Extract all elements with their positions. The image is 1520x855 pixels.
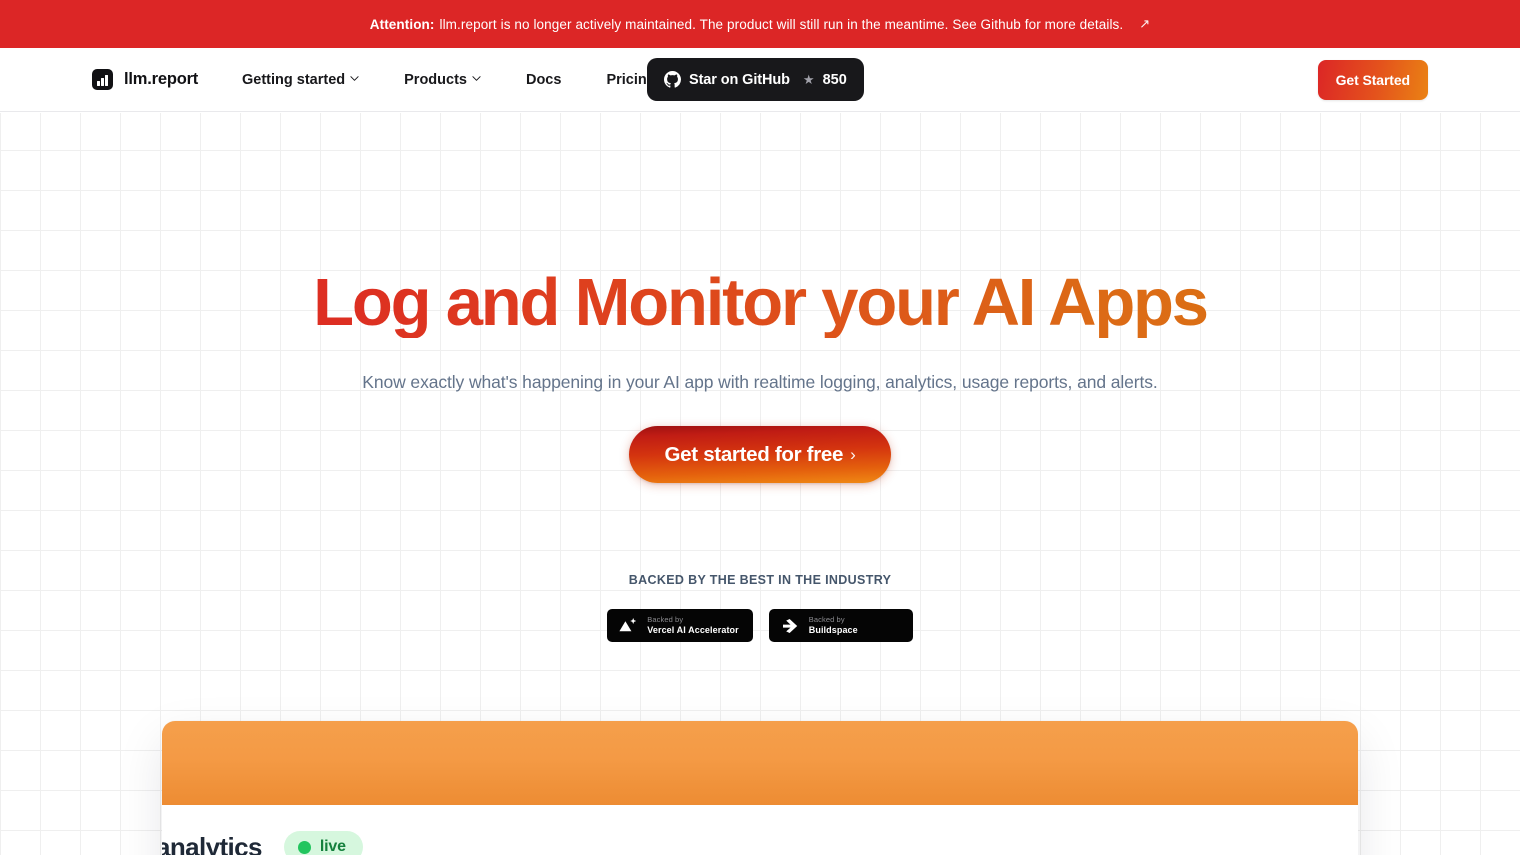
badge-vercel-text: Backed by Vercel AI Accelerator (647, 615, 739, 635)
github-star-count: 850 (822, 71, 847, 88)
preview-dashboard: analytics live (162, 805, 1358, 855)
buildspace-arrow-icon (780, 616, 800, 636)
status-badge: live (283, 831, 363, 855)
landing-page: Attention: llm.report is no longer activ… (0, 0, 1520, 855)
announcement-message: llm.report is no longer actively maintai… (439, 16, 1124, 32)
vercel-triangle-sparkle-icon (618, 616, 638, 636)
nav-links: Getting started Products Docs Pricing (242, 72, 680, 88)
badge-vercel-ai-accelerator[interactable]: Backed by Vercel AI Accelerator (607, 609, 753, 642)
star-icon: ★ (802, 72, 815, 87)
preview-header-row: analytics live (162, 831, 1318, 855)
star-on-github-button[interactable]: Star on GitHub ★ 850 (647, 58, 864, 101)
github-icon (664, 71, 681, 88)
chevron-right-icon: › (850, 444, 856, 464)
badge-vercel-top-label: Backed by (647, 615, 684, 625)
hero-cta-wrapper: Get started for free › (0, 426, 1520, 483)
announcement-banner[interactable]: Attention: llm.report is no longer activ… (0, 0, 1520, 48)
chevron-down-icon (472, 74, 481, 83)
brand-logo[interactable]: llm.report (92, 69, 198, 90)
nav-item-products-label: Products (404, 71, 467, 88)
nav-item-products[interactable]: Products (404, 72, 505, 88)
announcement-prefix: Attention: (369, 16, 435, 32)
badge-buildspace-top-label: Backed by (808, 615, 845, 625)
nav-item-getting-started[interactable]: Getting started (242, 72, 383, 88)
backed-by-heading: BACKED BY THE BEST IN THE INDUSTRY (628, 573, 892, 587)
external-link-icon[interactable]: ↗ (1139, 17, 1150, 30)
navbar: llm.report Getting started Products Docs… (0, 48, 1520, 112)
status-badge-label: live (319, 838, 346, 855)
announcement-banner-content: Attention: llm.report is no longer activ… (370, 17, 1151, 32)
badge-buildspace-name: Buildspace (808, 624, 858, 635)
page-title: Log and Monitor your AI Apps (0, 267, 1520, 338)
product-preview[interactable]: analytics live (162, 721, 1358, 855)
nav-item-docs-label: Docs (525, 71, 562, 88)
badge-vercel-name: Vercel AI Accelerator (647, 624, 739, 635)
chevron-down-icon (350, 74, 359, 83)
bar-chart-icon (92, 69, 113, 90)
green-dot-icon (297, 840, 311, 854)
get-started-for-free-label: Get started for free (664, 442, 844, 466)
preview-orange-header (162, 721, 1358, 805)
star-on-github-label: Star on GitHub (689, 71, 790, 88)
preview-title: analytics (162, 831, 262, 855)
brand-name: llm.report (124, 70, 199, 88)
hero-subheadline: Know exactly what's happening in your AI… (362, 372, 1158, 392)
nav-item-getting-started-label: Getting started (242, 71, 346, 88)
nav-item-docs[interactable]: Docs (526, 72, 585, 88)
get-started-for-free-button[interactable]: Get started for free › (628, 426, 892, 483)
badge-buildspace-text: Backed by Buildspace (808, 615, 858, 635)
get-started-button[interactable]: Get Started (1317, 59, 1428, 100)
badge-buildspace[interactable]: Backed by Buildspace (768, 609, 913, 642)
backer-badges: Backed by Vercel AI Accelerator Backed b… (0, 609, 1520, 642)
hero-section: Log and Monitor your AI Apps Know exactl… (0, 113, 1520, 855)
